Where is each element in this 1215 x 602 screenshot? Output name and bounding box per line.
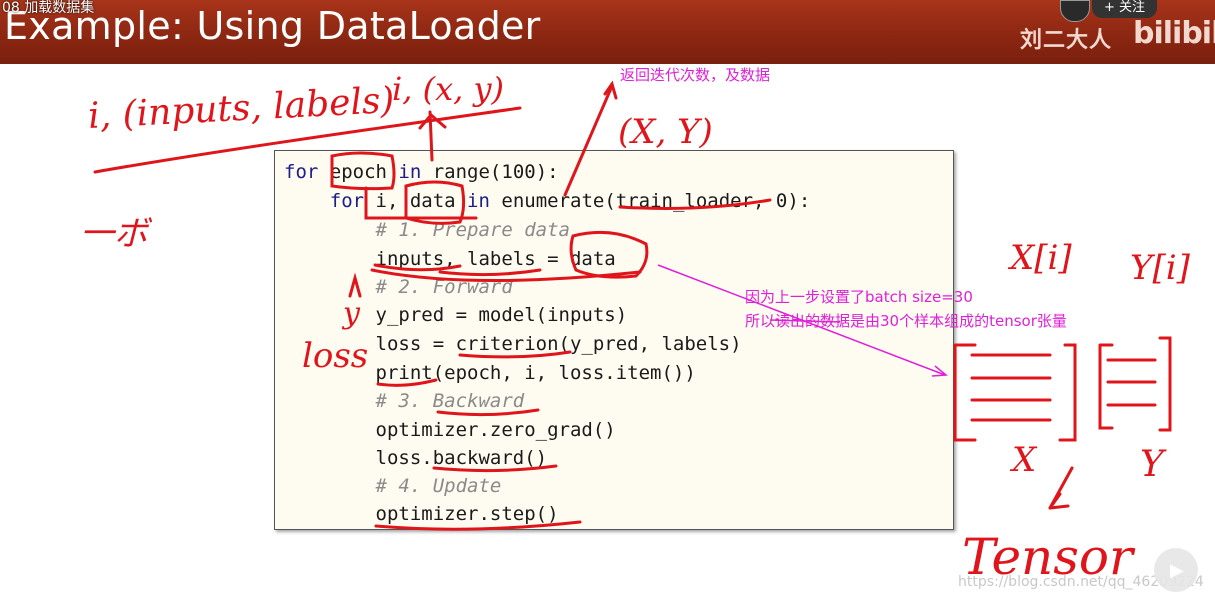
hand-note-inputs-labels: i, (inputs, labels): [87, 80, 396, 137]
hand-note-xy-right: (X, Y): [618, 112, 713, 152]
code-line: optimizer.step(): [284, 503, 559, 525]
pink-note-batch-2: 所以读出的数据是由30个样本组成的tensor张量: [745, 312, 1067, 330]
hand-note-y-i: Y[i]: [1130, 248, 1190, 288]
code-line: loss.backward(): [284, 447, 548, 469]
code-line: optimizer.zero_grad(): [284, 419, 616, 441]
code-line: # 3. Backward: [284, 390, 525, 412]
pink-note-batch-1: 因为上一步设置了batch size=30: [745, 288, 973, 306]
video-title: 08 加载数据集: [2, 0, 95, 16]
pink-note-return: 返回迭代次数，及数据: [620, 66, 771, 84]
code-line: # 1. Prepare data: [284, 219, 570, 241]
hand-note-x-i: X[i]: [1010, 238, 1072, 278]
hand-note-y-mark: Y: [1140, 444, 1164, 485]
uploader-avatar[interactable]: [1060, 0, 1090, 22]
code-line: for epoch in range(100):: [284, 161, 559, 183]
play-button[interactable]: ▶: [1154, 548, 1198, 592]
play-icon: ▶: [1170, 560, 1184, 581]
hand-note-y-small: y: [343, 296, 360, 331]
code-block: for epoch in range(100): for i, data in …: [274, 150, 954, 530]
hand-note-ixy: i, (x, y): [392, 70, 505, 108]
code-line: for i, data in enumerate(train_loader, 0…: [329, 190, 811, 212]
hand-note-loss: loss: [302, 336, 369, 376]
code-line: # 2. Forward: [284, 276, 513, 298]
code-line: inputs, labels = data: [284, 248, 616, 270]
code-line: # 4. Update: [284, 475, 502, 497]
bilibili-logo: bilibili: [1133, 16, 1215, 51]
hand-note-x-mark: X: [1012, 440, 1037, 480]
code-line: y_pred = model(inputs): [284, 304, 628, 326]
hand-note-dash: 一ボ: [80, 214, 148, 254]
brand-name: 刘二大人: [1020, 28, 1113, 53]
slide-header: Example: Using DataLoader 08 加载数据集 + 关注 …: [0, 0, 1215, 64]
